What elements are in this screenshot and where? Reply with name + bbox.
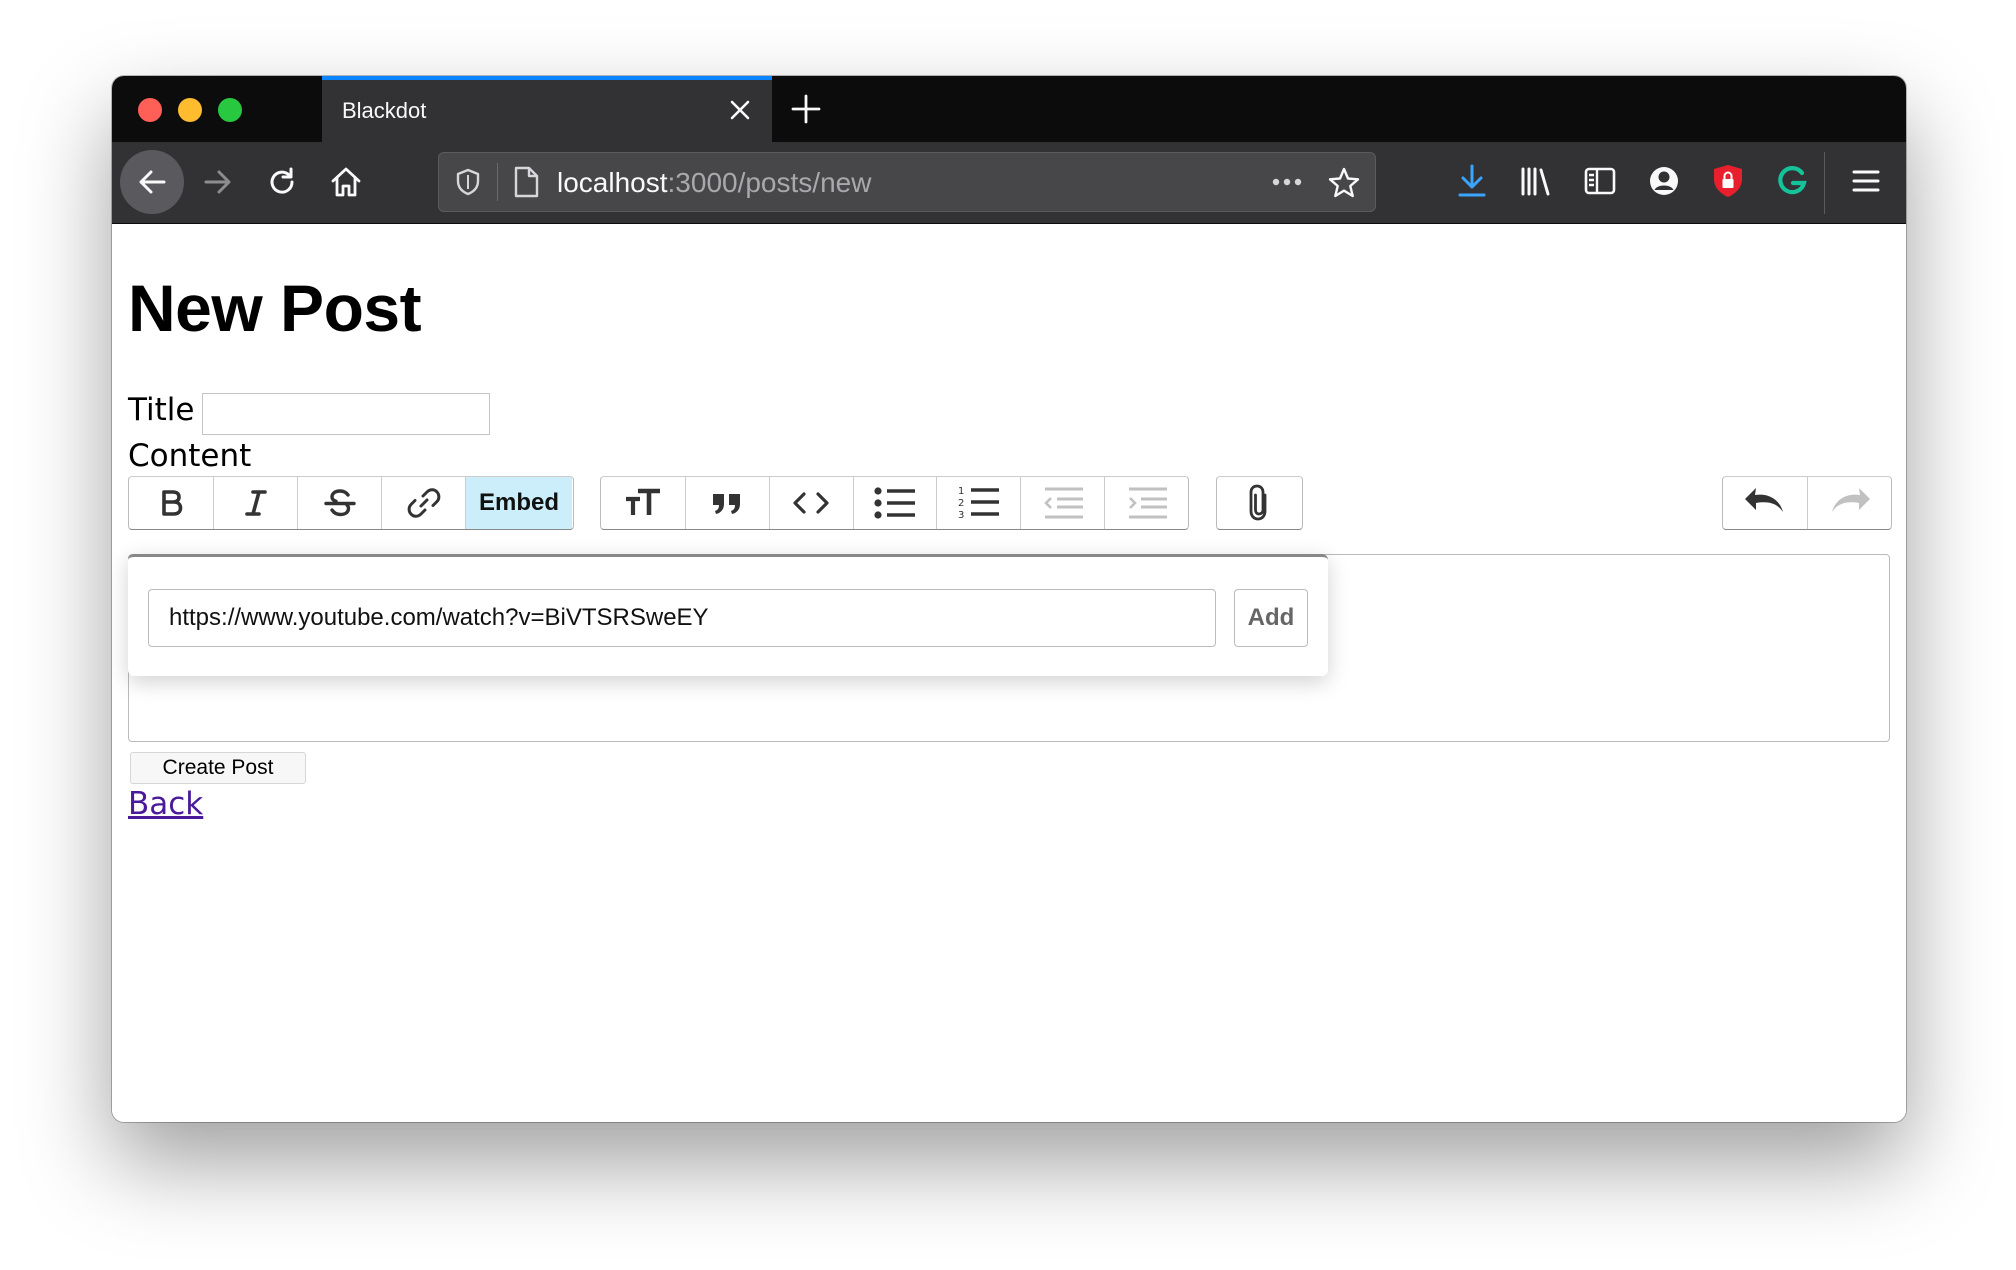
home-button[interactable] [314,150,378,214]
link-icon [407,488,440,518]
tracking-protection-shield-icon[interactable] [453,167,483,197]
italic-button[interactable] [213,477,297,529]
new-tab-icon[interactable] [788,91,824,127]
forward-button[interactable] [186,150,250,214]
numbered-list-icon: 1 2 3 [958,486,999,521]
adblock-extension-button[interactable] [1706,159,1750,203]
grammarly-extension-button[interactable] [1770,159,1814,203]
link-button[interactable] [381,477,465,529]
code-button[interactable] [768,477,853,529]
window-zoom-button[interactable] [218,98,242,122]
embed-add-button[interactable]: Add [1234,589,1308,647]
text-tools-group: Embed [128,476,574,530]
red-shield-lock-icon [1714,165,1742,197]
forward-arrow-icon [204,170,231,194]
title-label: Title [128,392,195,428]
url-divider [497,163,498,201]
increase-indent-button[interactable] [1104,477,1188,529]
tab-title: Blackdot [342,98,427,123]
undo-icon [1745,488,1783,512]
italic-icon [244,490,267,516]
svg-text:3: 3 [958,510,964,521]
home-icon [331,167,361,197]
title-input[interactable] [202,393,490,435]
bullet-list-button[interactable] [852,477,937,529]
account-avatar-icon [1650,167,1678,195]
bookmark-star-icon[interactable] [1327,166,1361,200]
block-tools-group: 1 2 3 [600,476,1189,530]
downloads-button[interactable] [1450,159,1494,203]
window-close-button[interactable] [138,98,162,122]
heading-icon [625,488,660,515]
bold-icon [162,490,183,516]
attach-files-button[interactable] [1217,477,1302,529]
url-text[interactable]: localhost:3000/posts/new [557,167,871,199]
indent-icon [1128,487,1167,519]
outdent-icon [1043,487,1083,519]
strikethrough-icon [323,489,356,517]
back-button[interactable] [120,150,184,214]
page-title: New Post [128,271,422,345]
tab-active[interactable]: Blackdot [322,76,772,142]
page-content: New Post Title Content Embed 1 2 3 https… [112,224,1906,1122]
back-arrow-icon [139,170,166,194]
url-host: localhost [557,167,668,198]
history-tools-group [1722,476,1892,530]
back-link[interactable]: Back [128,786,203,822]
tab-strip: Blackdot [112,76,1906,142]
quote-icon [713,494,741,514]
reload-button[interactable] [250,150,314,214]
toolbar-divider [1824,152,1825,214]
url-path: :3000/posts/new [667,167,872,198]
grammarly-g-icon [1778,166,1807,195]
navigation-toolbar: localhost:3000/posts/new [112,142,1906,224]
url-bar[interactable]: localhost:3000/posts/new [438,152,1376,212]
bold-button[interactable] [129,477,213,529]
page-info-icon[interactable] [511,165,541,199]
library-icon [1521,167,1550,196]
bullet-list-icon [874,487,915,519]
quote-button[interactable] [684,477,769,529]
decrease-indent-button[interactable] [1020,477,1104,529]
content-label: Content [128,438,252,474]
numbered-list-button[interactable]: 1 2 3 [936,477,1020,529]
sidebar-toggle-button[interactable] [1578,159,1622,203]
close-tab-icon[interactable] [726,96,754,124]
svg-text:1: 1 [958,486,964,497]
embed-url-input[interactable]: https://www.youtube.com/watch?v=BiVTSRSw… [148,589,1216,647]
app-menu-button[interactable] [1844,159,1888,203]
library-button[interactable] [1514,159,1558,203]
file-tools-group [1216,476,1303,530]
download-arrow-icon [1458,164,1486,197]
window-minimize-button[interactable] [178,98,202,122]
undo-button[interactable] [1723,477,1807,529]
embed-button[interactable]: Embed [465,477,572,529]
paperclip-icon [1249,484,1266,521]
redo-icon [1831,488,1870,512]
account-button[interactable] [1642,159,1686,203]
redo-button[interactable] [1807,477,1891,529]
svg-text:2: 2 [958,498,964,509]
create-post-button[interactable]: Create Post [130,752,306,784]
page-actions-more-icon[interactable] [1269,169,1305,195]
heading-button[interactable] [601,477,685,529]
code-icon [793,492,829,514]
embed-url-dialog: https://www.youtube.com/watch?v=BiVTSRSw… [128,554,1328,676]
browser-window: Blackdot localhost:3000/posts/new New Po… [112,76,1906,1122]
reload-icon [270,167,294,194]
strikethrough-button[interactable] [297,477,381,529]
hamburger-menu-icon [1852,170,1880,192]
sidebar-icon [1584,167,1616,195]
